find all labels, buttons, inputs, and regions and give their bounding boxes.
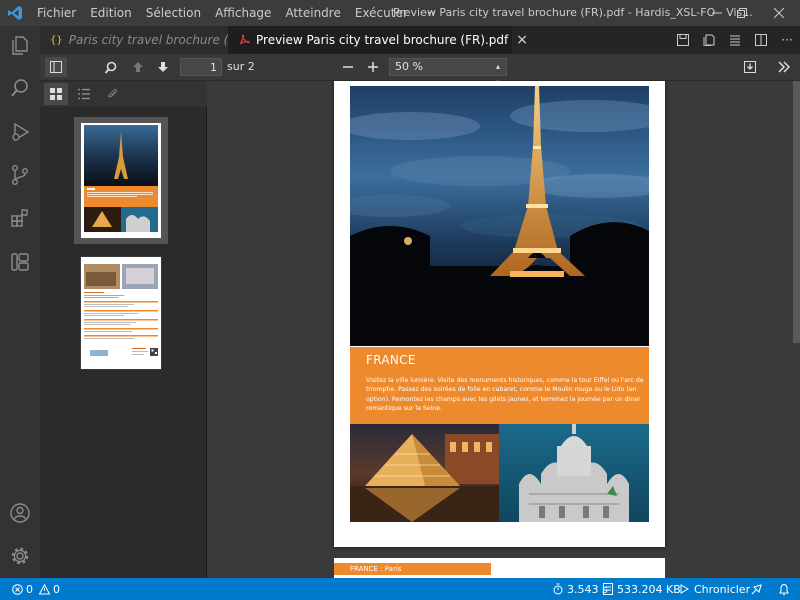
menu-atteindre[interactable]: Atteindre xyxy=(278,0,347,26)
zoom-out-icon[interactable] xyxy=(338,57,358,77)
close-window-icon[interactable] xyxy=(762,0,796,26)
attachments-view-icon[interactable] xyxy=(100,83,124,105)
error-count: 0 xyxy=(26,582,33,596)
menu-selection[interactable]: Sélection xyxy=(139,0,208,26)
chronicler-button[interactable]: Chronicler xyxy=(680,578,750,600)
open-changes-icon[interactable] xyxy=(696,26,722,54)
warning-count: 0 xyxy=(53,582,60,596)
notifications-bell-icon[interactable] xyxy=(778,578,790,600)
extensions-icon[interactable] xyxy=(8,206,32,230)
account-icon[interactable] xyxy=(8,501,32,525)
editor-tabs: {} Paris city travel brochure (FR) Previ… xyxy=(40,26,800,54)
render-time[interactable]: 3.543 s xyxy=(553,578,608,600)
tools-double-chevron-icon[interactable] xyxy=(773,57,795,77)
open-source-icon[interactable] xyxy=(670,26,696,54)
page-total-label: sur 2 xyxy=(227,60,255,73)
zoom-value: 50 % xyxy=(395,60,423,73)
memory-value: 533.204 KB xyxy=(617,582,681,596)
search-icon[interactable] xyxy=(8,76,32,100)
zoom-select[interactable]: 50 % ▴▾ xyxy=(389,58,507,87)
previous-page-icon[interactable] xyxy=(128,57,148,77)
explorer-icon[interactable] xyxy=(8,33,32,57)
tab-label: Preview Paris city travel brochure (FR).… xyxy=(256,33,509,47)
panel-layout-icon[interactable] xyxy=(8,250,32,274)
download-icon[interactable] xyxy=(740,57,760,77)
zoom-in-icon[interactable] xyxy=(363,57,383,77)
memory-icon xyxy=(603,583,613,595)
toggle-panel-icon[interactable] xyxy=(722,26,748,54)
more-actions-icon[interactable]: ··· xyxy=(774,26,800,54)
pdf-viewer[interactable]: FRANCE Visitez la ville lumière. Visite … xyxy=(207,81,800,578)
status-bar: 0 0 3.543 s 533.204 KB Chronicler xyxy=(0,578,800,600)
pdf-toolbar: sur 2 50 % ▴▾ xyxy=(40,54,800,87)
pdf-icon xyxy=(238,34,250,46)
restore-icon[interactable] xyxy=(725,0,759,26)
run-debug-icon[interactable] xyxy=(8,120,32,144)
problems-indicator[interactable]: 0 0 xyxy=(12,578,60,600)
page2-section-band: FRANCE : Paris xyxy=(334,563,491,575)
render-time-value: 3.543 s xyxy=(567,582,608,596)
source-control-icon[interactable] xyxy=(8,163,32,187)
scrollbar-thumb[interactable] xyxy=(793,81,800,343)
memory-usage[interactable]: 533.204 KB xyxy=(603,578,681,600)
warning-icon xyxy=(39,583,50,595)
split-editor-icon[interactable] xyxy=(748,26,774,54)
louvre-pyramid-photo xyxy=(350,424,499,522)
thumbnails-view-icon[interactable] xyxy=(44,83,68,105)
braces-icon: {} xyxy=(50,34,63,46)
error-icon xyxy=(12,583,23,595)
close-tab-icon[interactable]: × xyxy=(516,32,528,48)
editor-actions: ··· xyxy=(670,26,800,54)
sacre-coeur-photo xyxy=(499,424,649,522)
menu-edition[interactable]: Edition xyxy=(83,0,139,26)
viewer-scrollbar[interactable] xyxy=(792,81,800,578)
vscode-logo-icon xyxy=(0,0,30,26)
tab-pdf-preview[interactable]: Preview Paris city travel brochure (FR).… xyxy=(228,26,528,54)
stopwatch-icon xyxy=(553,583,563,595)
sidebar-toggle-icon[interactable] xyxy=(45,57,67,77)
page-thumbnail-1[interactable] xyxy=(74,117,168,244)
pdf-page-2: FRANCE : Paris xyxy=(334,558,665,578)
title-bar: Fichier Edition Sélection Affichage Atte… xyxy=(0,0,800,26)
brochure-paragraph: Visitez la ville lumière. Visite des mon… xyxy=(366,377,644,413)
feedback-icon[interactable] xyxy=(750,578,763,600)
sidebar-tabs xyxy=(40,81,207,107)
next-page-icon[interactable] xyxy=(153,57,173,77)
page-thumbnail-2[interactable] xyxy=(74,254,168,372)
menu-affichage[interactable]: Affichage xyxy=(208,0,278,26)
tab-label: Paris city travel brochure (FR) xyxy=(68,33,249,47)
pdf-page-1: FRANCE Visitez la ville lumière. Visite … xyxy=(334,81,665,547)
find-icon[interactable] xyxy=(100,57,120,77)
outline-view-icon[interactable] xyxy=(72,83,96,105)
settings-gear-icon[interactable] xyxy=(8,544,32,568)
brochure-orange-band: FRANCE Visitez la ville lumière. Visite … xyxy=(350,347,649,424)
page-number-input[interactable] xyxy=(180,58,222,76)
thumbnail-sidebar xyxy=(40,81,207,578)
menu-fichier[interactable]: Fichier xyxy=(30,0,83,26)
activity-bar xyxy=(0,26,40,578)
play-icon xyxy=(680,584,689,594)
window-title: Preview Paris city travel brochure (FR).… xyxy=(393,6,753,19)
tab-source-file[interactable]: {} Paris city travel brochure (FR) xyxy=(40,26,248,54)
chronicler-label: Chronicler xyxy=(694,582,751,596)
brochure-heading: FRANCE xyxy=(366,353,416,367)
eiffel-tower-photo xyxy=(350,86,649,346)
